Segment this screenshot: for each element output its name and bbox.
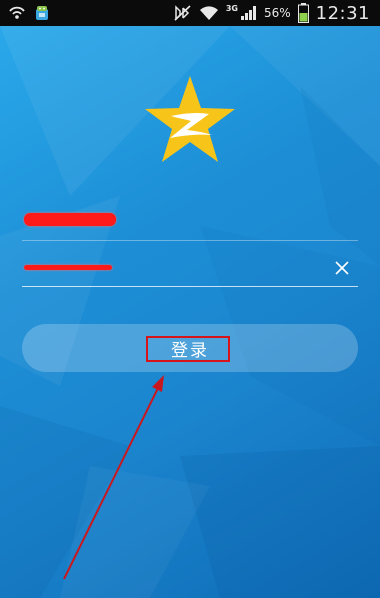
network-type: 3G (225, 3, 238, 13)
close-icon[interactable] (334, 260, 350, 276)
status-bar-right: 3G 56% 12:31 (174, 3, 380, 24)
clock: 12:31 (315, 2, 370, 24)
status-bar: 3G 56% 12:31 (0, 0, 380, 26)
wifi-icon (199, 5, 219, 21)
qzone-star-icon (140, 72, 240, 172)
mute-icon (174, 5, 192, 21)
battery-percent: 56% (263, 6, 291, 20)
username-field[interactable] (22, 208, 358, 241)
password-redaction (24, 265, 112, 270)
status-bar-left (0, 4, 51, 22)
login-button[interactable]: 登录 (22, 324, 358, 372)
wifi-hotspot-icon (8, 6, 26, 20)
username-redaction (24, 213, 116, 226)
battery-icon (297, 3, 309, 23)
android-app-icon (33, 4, 51, 22)
login-screen: 登录 (0, 26, 380, 598)
password-field[interactable] (22, 254, 358, 287)
signal-icon (240, 6, 257, 20)
login-button-label: 登录 (171, 340, 209, 361)
